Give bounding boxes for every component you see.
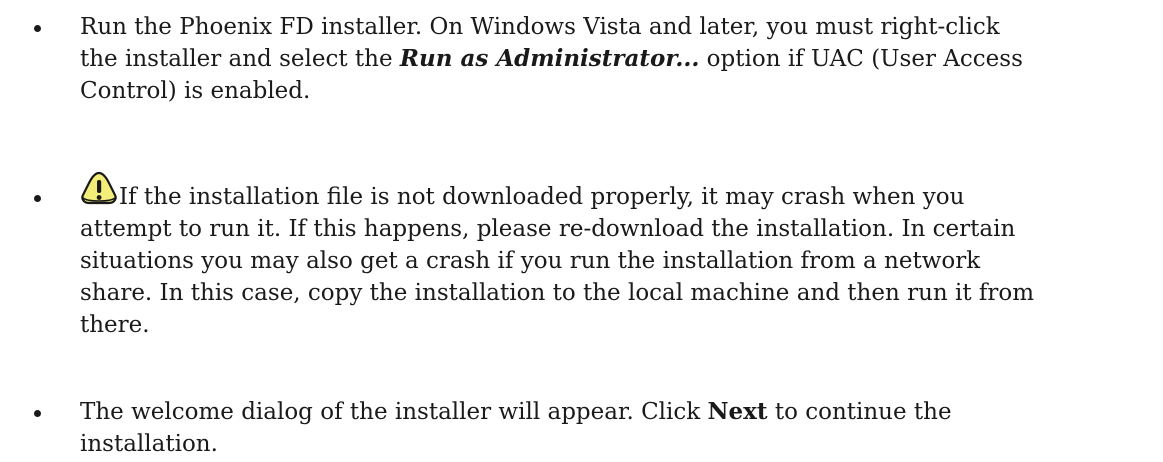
warning-icon	[80, 171, 118, 205]
text-line: share. In this case, copy the installati…	[80, 280, 1035, 306]
emphasis-next: Next	[707, 398, 768, 425]
bullet-dot	[34, 25, 41, 32]
text-line: situations you may also get a crash if y…	[80, 248, 981, 274]
text-line: The welcome dialog of the installer will…	[80, 396, 1163, 428]
text-run: option if UAC (User Access	[699, 46, 1023, 72]
text-run: to continue the	[767, 399, 952, 425]
text-line: there.	[80, 312, 150, 338]
bullet-text: Run the Phoenix FD installer. On Windows…	[80, 11, 1163, 107]
bullet-dot	[34, 195, 41, 202]
emphasis-run-as-administrator: Run as Administrator...	[399, 45, 700, 72]
text-line: If the installation file is not download…	[80, 171, 1163, 213]
bullet-dot	[34, 410, 41, 417]
text-line: the installer and select the Run as Admi…	[80, 43, 1163, 75]
text-line: Run the Phoenix FD installer. On Windows…	[80, 14, 1000, 40]
text-line: attempt to run it. If this happens, plea…	[80, 216, 1016, 242]
bullet-text: If the installation file is not download…	[80, 171, 1163, 341]
text-run: The welcome dialog of the installer will…	[80, 399, 708, 425]
text-line: installation.	[80, 431, 218, 457]
text-run: the installer and select the	[80, 46, 400, 72]
text-run: If the installation file is not download…	[119, 184, 965, 210]
bullet-text: The welcome dialog of the installer will…	[80, 396, 1163, 460]
text-line: Control) is enabled.	[80, 78, 311, 104]
